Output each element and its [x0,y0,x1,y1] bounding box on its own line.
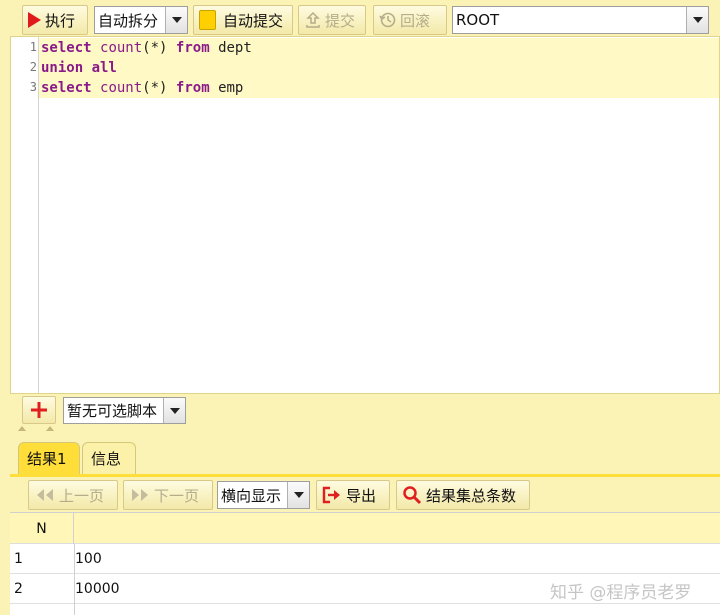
rollback-button[interactable]: 回滚 [373,5,447,35]
row-index-value: 2 [14,581,23,597]
commit-label: 提交 [325,11,356,30]
next-page-label: 下一页 [154,486,200,505]
collapse-down-icon [46,426,54,431]
tab-label: 结果1 [27,450,67,468]
upload-icon [306,11,320,28]
toolbar: 执行 自动拆分 自动提交 提交 回滚 ROOT [0,0,720,38]
chevron-down-icon[interactable] [287,482,309,508]
rollback-label: 回滚 [400,11,431,30]
code-line-2[interactable]: union all [39,58,719,78]
script-select[interactable]: 暂无可选脚本 [63,397,186,424]
chevron-down-icon[interactable] [163,398,185,423]
cell-value: 10000 [75,581,120,597]
table-cell[interactable]: 10000 [75,574,120,604]
column-header[interactable]: N [10,513,74,544]
table-row[interactable]: 1 100 [10,544,720,574]
connection-value: ROOT [456,11,500,29]
tab-result-1[interactable]: 结果1 [18,442,80,474]
tab-label: 信息 [91,450,122,468]
connection-select[interactable]: ROOT [452,6,709,34]
autocommit-toggle[interactable]: 自动提交 [193,5,293,35]
undo-history-icon [379,12,396,28]
line-number: 3 [29,80,37,94]
sql-editor[interactable]: 1 2 3 select count(*) from dept union al… [10,36,720,394]
code-line-3[interactable]: select count(*) from emp [39,78,719,98]
export-button[interactable]: 导出 [316,480,390,510]
display-mode-value: 横向显示 [221,486,282,505]
double-left-icon [37,489,53,501]
collapse-up-icon [18,426,26,431]
display-mode-select[interactable]: 横向显示 [217,481,310,509]
script-select-value: 暂无可选脚本 [67,402,158,420]
search-icon [403,486,422,505]
cell-value: 100 [75,551,102,567]
code-line-1[interactable]: select count(*) from dept [39,38,719,58]
prev-page-label: 上一页 [59,486,105,505]
total-count-button[interactable]: 结果集总条数 [396,480,530,510]
plus-icon [31,402,47,418]
add-script-button[interactable] [22,396,56,424]
watermark: 知乎 @程序员老罗 [550,583,692,603]
next-page-button[interactable]: 下一页 [123,480,213,510]
row-index: 1 [14,544,23,574]
results-divider [10,474,720,477]
split-mode-select[interactable]: 自动拆分 [94,6,188,34]
line-number: 2 [29,60,37,74]
splitter-handle[interactable] [18,426,58,434]
total-count-label: 结果集总条数 [426,486,517,505]
row-index-value: 1 [14,551,23,567]
column-divider [74,544,75,615]
execute-label: 执行 [45,11,76,30]
row-index: 2 [14,574,23,604]
table-cell[interactable]: 100 [75,544,102,574]
column-header-label: N [36,520,47,537]
double-right-icon [132,489,148,501]
export-label: 导出 [346,486,377,505]
play-icon [28,12,41,28]
line-number-gutter: 1 2 3 [11,37,39,393]
commit-button[interactable]: 提交 [298,5,366,35]
prev-page-button[interactable]: 上一页 [28,480,118,510]
execute-button[interactable]: 执行 [22,5,88,35]
chevron-down-icon[interactable] [686,7,708,33]
chevron-down-icon[interactable] [165,7,187,33]
autocommit-checkbox-icon [199,10,216,30]
line-number: 1 [29,40,37,54]
autocommit-label: 自动提交 [223,11,284,30]
export-icon [322,486,340,504]
grid-header-row: N [10,513,720,544]
tab-info[interactable]: 信息 [82,442,136,474]
split-mode-value: 自动拆分 [98,11,159,30]
